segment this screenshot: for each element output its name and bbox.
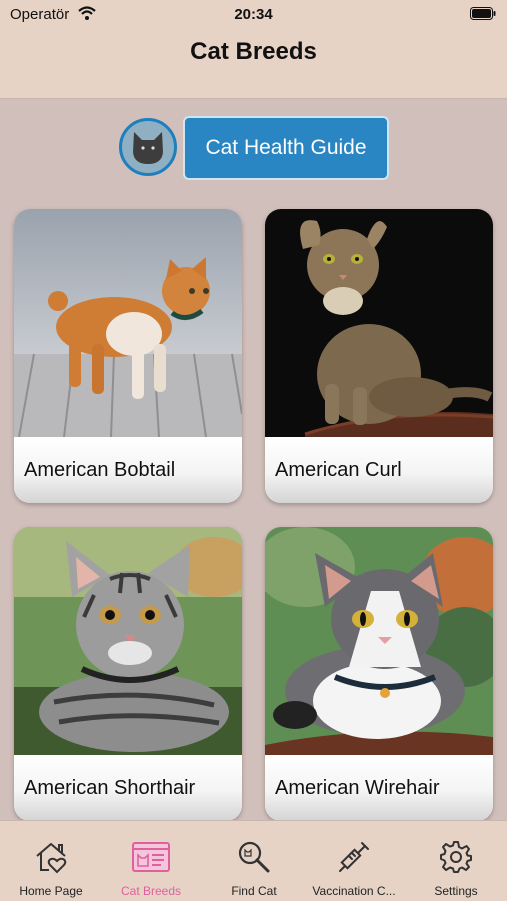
tab-settings[interactable]: Settings: [405, 821, 507, 901]
gear-icon: [440, 841, 472, 873]
tab-find-cat[interactable]: Find Cat: [203, 821, 305, 901]
tab-bar: Home Page Cat Breeds Find Cat Vaccinatio…: [0, 820, 507, 901]
syringe-icon: [339, 842, 369, 872]
health-guide-banner: Cat Health Guide: [117, 116, 389, 182]
tab-label: Settings: [434, 884, 478, 898]
breed-card-american-shorthair[interactable]: American Shorthair: [14, 527, 242, 821]
tab-label: Find Cat: [231, 884, 277, 898]
tab-label: Home Page: [19, 884, 83, 898]
tab-label: Vaccination C...: [312, 884, 396, 898]
breed-photo: [265, 527, 493, 755]
status-time: 20:34: [234, 6, 273, 23]
breed-name: American Bobtail: [24, 459, 176, 481]
cat-avatar-icon: [119, 118, 177, 176]
status-bar: Operatör 20:34: [0, 0, 507, 28]
house-heart-icon: [36, 843, 67, 874]
breed-photo: [265, 209, 493, 437]
cat-id-card-icon: [132, 842, 170, 872]
tab-cat-breeds[interactable]: Cat Breeds: [100, 821, 202, 901]
battery-icon: [470, 7, 496, 20]
breed-card-american-curl[interactable]: American Curl: [265, 209, 493, 503]
breed-card-american-wirehair[interactable]: American Wirehair: [265, 527, 493, 821]
breed-photo: [14, 209, 242, 437]
tab-label: Cat Breeds: [120, 884, 182, 898]
magnifier-icon: [238, 841, 270, 873]
page-title: Cat Breeds: [190, 38, 317, 65]
tab-vaccination[interactable]: Vaccination C...: [303, 821, 405, 901]
health-guide-button[interactable]: Cat Health Guide: [183, 116, 389, 180]
breed-name: American Wirehair: [275, 777, 440, 799]
breed-name: American Shorthair: [24, 777, 196, 799]
top-bar: Operatör 20:34 Cat Breeds: [0, 0, 507, 99]
breed-photo: [14, 527, 242, 755]
tab-home-page[interactable]: Home Page: [0, 821, 102, 901]
breed-card-american-bobtail[interactable]: American Bobtail: [14, 209, 242, 503]
breed-name: American Curl: [275, 459, 402, 481]
